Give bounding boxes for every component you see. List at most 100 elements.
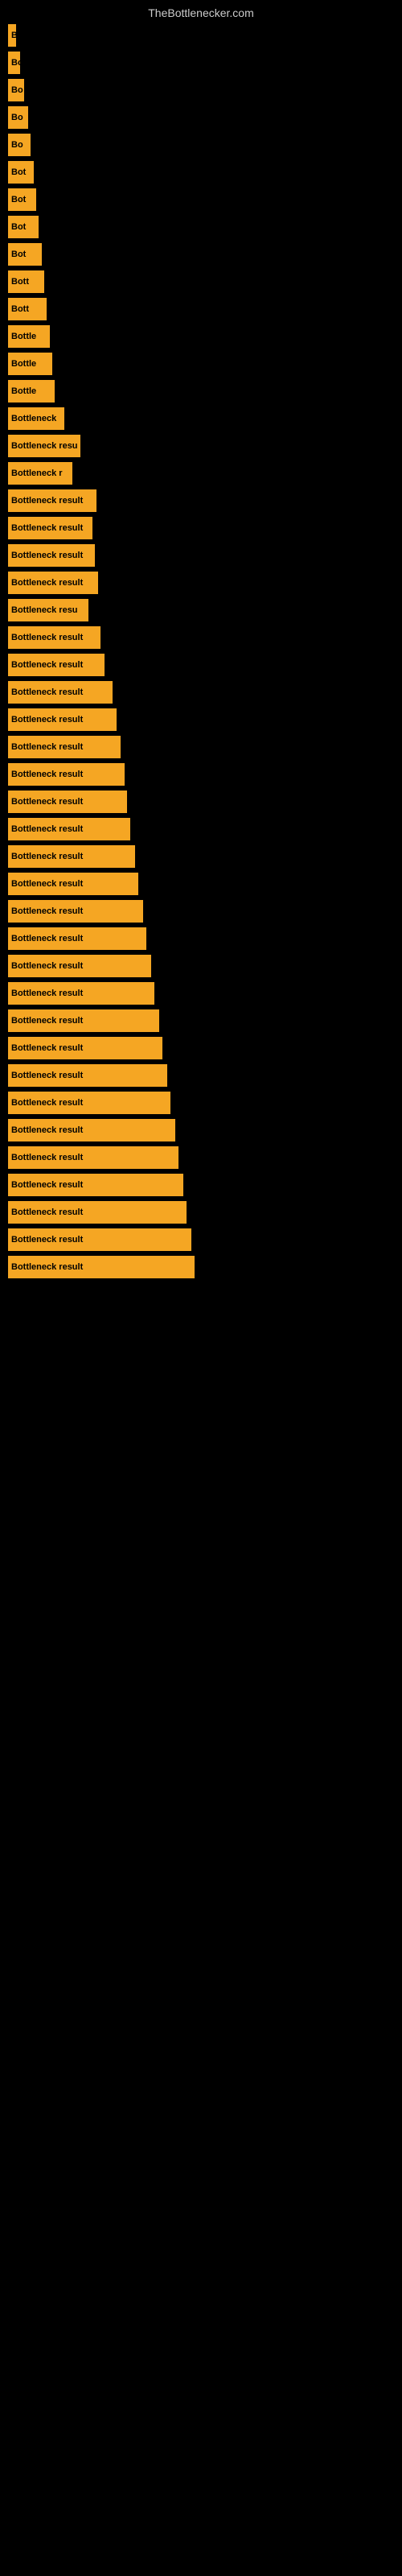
bar-item: Bottleneck resu (8, 599, 88, 621)
bar-item: Bottle (8, 353, 52, 375)
bar-label: Bo (11, 85, 23, 95)
bar-label: Bo (11, 58, 20, 68)
bar-item: Bot (8, 243, 42, 266)
bar-item: Bottleneck result (8, 1119, 175, 1141)
bar-item: Bottleneck result (8, 982, 154, 1005)
bar-row: Bot (8, 243, 394, 266)
bar-label: Bottleneck result (11, 906, 83, 916)
bar-row: Bo (8, 134, 394, 156)
bar-label: Bottleneck result (11, 1125, 83, 1135)
bar-row: Bottleneck result (8, 1201, 394, 1224)
bar-label: Bottleneck result (11, 551, 83, 560)
bar-row: Bottleneck result (8, 1228, 394, 1251)
bar-item: Bottleneck result (8, 1064, 167, 1087)
bar-item: Bottleneck result (8, 544, 95, 567)
bar-label: Bottle (11, 332, 36, 341)
bar-item: Bottleneck result (8, 681, 113, 704)
bar-label: Bottleneck (11, 414, 56, 423)
bar-item: Bottleneck result (8, 1009, 159, 1032)
bar-item: Bott (8, 298, 47, 320)
bar-label: Bottleneck result (11, 961, 83, 971)
bar-label: Bottle (11, 386, 36, 396)
bar-label: Bottleneck result (11, 715, 83, 724)
bar-item: Bottleneck r (8, 462, 72, 485)
bar-row: Bottleneck result (8, 708, 394, 731)
bar-item: Bot (8, 188, 36, 211)
bar-label: Bottleneck result (11, 578, 83, 588)
bar-row: Bo (8, 79, 394, 101)
bar-row: Bottleneck result (8, 791, 394, 813)
bar-item: Bottleneck result (8, 708, 117, 731)
bar-row: Bottle (8, 325, 394, 348)
bar-item: Bottleneck result (8, 626, 100, 649)
bar-label: Bottleneck result (11, 797, 83, 807)
bar-label: Bo (11, 113, 23, 122)
bar-item: Bo (8, 79, 24, 101)
bar-label: Bottle (11, 359, 36, 369)
bar-row: B (8, 24, 394, 47)
bar-label: Bottleneck resu (11, 441, 78, 451)
bar-label: Bottleneck result (11, 934, 83, 943)
bar-row: Bottle (8, 380, 394, 402)
bar-label: Bot (11, 222, 26, 232)
bar-label: Bottleneck result (11, 687, 83, 697)
bar-row: Bottleneck result (8, 927, 394, 950)
bar-item: Bottleneck result (8, 736, 121, 758)
bar-row: Bo (8, 106, 394, 129)
bar-label: Bottleneck result (11, 879, 83, 889)
bar-row: Bottleneck result (8, 517, 394, 539)
bar-label: Bott (11, 277, 29, 287)
bar-item: Bot (8, 216, 39, 238)
bar-label: Bottleneck result (11, 1071, 83, 1080)
bar-label: Bottleneck result (11, 1208, 83, 1217)
bar-item: Bottleneck result (8, 845, 135, 868)
bar-label: Bottleneck result (11, 742, 83, 752)
bar-label: Bottleneck resu (11, 605, 78, 615)
bar-label: Bottleneck result (11, 496, 83, 506)
bar-item: Bottleneck result (8, 1037, 162, 1059)
bar-item: Bottleneck result (8, 955, 151, 977)
bar-row: Bottleneck result (8, 982, 394, 1005)
bar-row: Bottleneck r (8, 462, 394, 485)
bar-row: Bottleneck result (8, 763, 394, 786)
bar-item: Bottleneck result (8, 489, 96, 512)
bar-item: Bo (8, 106, 28, 129)
bar-row: Bott (8, 298, 394, 320)
bar-item: Bottleneck result (8, 1201, 187, 1224)
bar-label: Bot (11, 250, 26, 259)
bar-label: Bottleneck result (11, 633, 83, 642)
bar-label: Bottleneck result (11, 1098, 83, 1108)
bar-item: Bottleneck result (8, 1092, 170, 1114)
bar-label: B (11, 31, 16, 40)
bar-row: Bottleneck result (8, 873, 394, 895)
bar-label: Bottleneck result (11, 1235, 83, 1245)
bar-item: Bottle (8, 325, 50, 348)
bar-item: B (8, 24, 16, 47)
bar-label: Bottleneck result (11, 1016, 83, 1026)
bar-item: Bottleneck resu (8, 435, 80, 457)
bar-item: Bo (8, 52, 20, 74)
bar-item: Bott (8, 270, 44, 293)
bar-row: Bottleneck resu (8, 599, 394, 621)
bar-row: Bottleneck result (8, 1037, 394, 1059)
bar-label: Bottleneck result (11, 852, 83, 861)
bar-row: Bottleneck result (8, 1146, 394, 1169)
bar-label: Bottleneck result (11, 824, 83, 834)
bar-row: Bottleneck result (8, 818, 394, 840)
bar-label: Bottleneck result (11, 1262, 83, 1272)
bar-row: Bottleneck result (8, 900, 394, 923)
bar-label: Bottleneck result (11, 770, 83, 779)
bar-row: Bottleneck result (8, 1009, 394, 1032)
bar-row: Bottleneck result (8, 626, 394, 649)
bar-item: Bottleneck result (8, 873, 138, 895)
bar-label: Bottleneck result (11, 1043, 83, 1053)
bar-item: Bottleneck result (8, 1146, 178, 1169)
bar-item: Bottleneck result (8, 572, 98, 594)
bar-row: Bottleneck result (8, 736, 394, 758)
bar-item: Bottleneck result (8, 1256, 195, 1278)
bar-row: Bottleneck result (8, 1064, 394, 1087)
bar-label: Bo (11, 140, 23, 150)
bar-row: Bottleneck result (8, 681, 394, 704)
bar-item: Bottle (8, 380, 55, 402)
bars-container: BBoBoBoBoBotBotBotBotBottBottBottleBottl… (0, 24, 402, 1283)
